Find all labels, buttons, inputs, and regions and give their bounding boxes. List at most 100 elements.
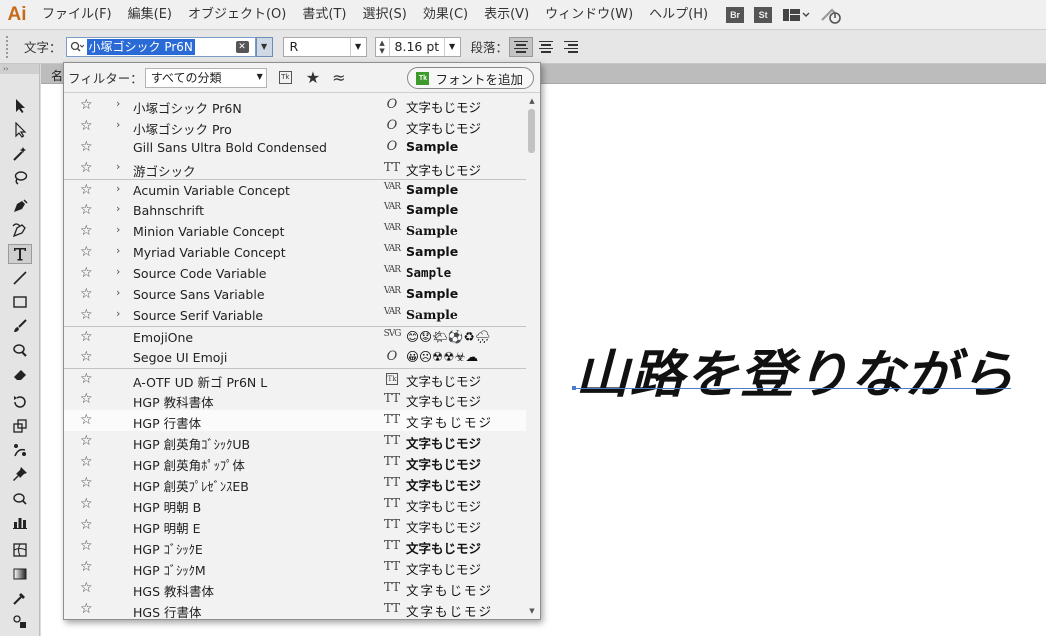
pin-tool-icon[interactable] (8, 464, 32, 484)
font-list-item[interactable]: ☆ › 游ゴシック TT 文字もじモジ (64, 158, 526, 179)
font-list-item[interactable]: ☆ HGP 明朝 E TT 文字もじモジ (64, 515, 526, 536)
gradient-tool-icon[interactable] (8, 564, 32, 584)
expand-family-chevron-icon[interactable]: › (116, 265, 120, 278)
line-tool-icon[interactable] (8, 268, 32, 288)
font-list-item[interactable]: ☆ › Bahnschrift VAR Sample (64, 200, 526, 221)
expand-family-chevron-icon[interactable]: › (116, 182, 120, 195)
expand-family-chevron-icon[interactable]: › (116, 286, 120, 299)
stock-button[interactable]: St (754, 6, 773, 23)
blend-tool-icon[interactable] (8, 612, 32, 632)
font-list-item[interactable]: ☆ › Source Sans Variable VAR Sample (64, 284, 526, 305)
font-list-item[interactable]: ☆ › Acumin Variable Concept VAR Sample (64, 179, 526, 200)
rectangle-tool-icon[interactable] (8, 292, 32, 312)
favorite-star-icon[interactable]: ☆ (80, 244, 93, 260)
font-list-item[interactable]: ☆ A-OTF UD 新ゴ Pr6N L Tk 文字もじモジ (64, 368, 526, 390)
align-right-button[interactable] (559, 37, 583, 57)
favorite-star-icon[interactable]: ☆ (80, 391, 93, 407)
font-list-item[interactable]: ☆ HGP 明朝 B TT 文字もじモジ (64, 494, 526, 515)
rotate-tool-icon[interactable] (8, 392, 32, 412)
favorite-star-icon[interactable]: ☆ (80, 538, 93, 554)
favorite-star-icon[interactable]: ☆ (80, 202, 93, 218)
gpu-performance-icon[interactable] (820, 6, 842, 24)
favorite-star-icon[interactable]: ☆ (80, 329, 93, 345)
menu-window[interactable]: ウィンドウ(W) (537, 0, 641, 30)
favorite-star-icon[interactable]: ☆ (80, 475, 93, 491)
font-list-item[interactable]: ☆ HGP 創英ﾌﾟﾚｾﾞﾝｽEB TT 文字もじモジ (64, 473, 526, 494)
favorite-star-icon[interactable]: ☆ (80, 160, 93, 176)
scroll-down-icon[interactable]: ▼ (526, 607, 538, 619)
eyedropper-tool-icon[interactable] (8, 588, 32, 608)
favorite-star-icon[interactable]: ☆ (80, 433, 93, 449)
favorite-star-icon[interactable]: ☆ (80, 97, 93, 113)
favorite-star-icon[interactable]: ☆ (80, 580, 93, 596)
menu-select[interactable]: 選択(S) (354, 0, 414, 30)
font-list-item[interactable]: ☆ HGP 創英角ｺﾞｼｯｸUB TT 文字もじモジ (64, 431, 526, 452)
font-list-item[interactable]: ☆ HGP ｺﾞｼｯｸM TT 文字もじモジ (64, 557, 526, 578)
favorite-star-icon[interactable]: ☆ (80, 559, 93, 575)
font-list-item[interactable]: ☆ Segoe UI Emoji O 😀☹☢☢☣☁ (64, 347, 526, 368)
expand-family-chevron-icon[interactable]: › (116, 244, 120, 257)
favorite-star-icon[interactable]: ☆ (80, 118, 93, 134)
selection-tool-icon[interactable] (8, 96, 32, 116)
favorite-star-icon[interactable]: ☆ (80, 286, 93, 302)
size-stepper-icon[interactable]: ▲ ▼ (376, 37, 390, 56)
font-list-item[interactable]: ☆ EmojiOne SVG 😊😟🌤⚽♻🌧 (64, 326, 526, 347)
expand-family-chevron-icon[interactable]: › (116, 307, 120, 320)
panel-grip[interactable] (6, 35, 14, 58)
font-list-item[interactable]: ☆ › Source Serif Variable VAR Sample (64, 305, 526, 326)
menu-help[interactable]: ヘルプ(H) (641, 0, 716, 30)
puppet-warp-tool-icon[interactable] (8, 440, 32, 460)
font-list-item[interactable]: ☆ › Minion Variable Concept VAR Sample (64, 221, 526, 242)
favorite-star-icon[interactable]: ☆ (80, 601, 93, 617)
direct-selection-tool-icon[interactable] (8, 120, 32, 140)
magic-wand-tool-icon[interactable] (8, 144, 32, 164)
typekit-filter-icon[interactable]: Tk (278, 71, 292, 84)
scale-tool-icon[interactable] (8, 416, 32, 436)
font-style-select[interactable]: R ▼ (282, 36, 367, 57)
favorite-star-icon[interactable]: ☆ (80, 182, 93, 198)
favorite-star-icon[interactable]: ☆ (80, 307, 93, 323)
paintbrush-tool-icon[interactable] (8, 316, 32, 336)
align-left-button[interactable] (509, 36, 534, 57)
font-list-scrollbar[interactable]: ▲ ▼ (526, 95, 538, 619)
font-list-item[interactable]: ☆ › Myriad Variable Concept VAR Sample (64, 242, 526, 263)
mesh-tool-icon[interactable] (8, 540, 32, 560)
font-list-item[interactable]: ☆ Gill Sans Ultra Bold Condensed O Sample (64, 137, 526, 158)
font-classification-select[interactable]: すべての分類 ▼ (144, 67, 267, 88)
favorite-star-icon[interactable]: ☆ (80, 496, 93, 512)
add-fonts-button[interactable]: Tk フォントを追加 (407, 67, 534, 89)
scroll-up-icon[interactable]: ▲ (526, 97, 538, 109)
curvature-tool-icon[interactable] (8, 220, 32, 240)
type-tool-icon[interactable] (8, 244, 32, 264)
align-center-button[interactable] (534, 37, 558, 57)
symbol-sprayer-tool-icon[interactable] (8, 488, 32, 508)
font-list-item[interactable]: ☆ › Source Code Variable VAR Sample (64, 263, 526, 284)
expand-family-chevron-icon[interactable]: › (116, 223, 120, 236)
font-family-dropdown-button[interactable]: ▼ (255, 36, 273, 57)
favorite-star-icon[interactable]: ☆ (80, 454, 93, 470)
font-list-item[interactable]: ☆ HGP 教科書体 TT 文字もじモジ (64, 389, 526, 410)
favorite-star-icon[interactable]: ☆ (80, 223, 93, 239)
graph-tool-icon[interactable] (8, 512, 32, 532)
font-list-item[interactable]: ☆ › 小塚ゴシック Pr6N O 文字もじモジ (64, 95, 526, 116)
expand-family-chevron-icon[interactable]: › (116, 202, 120, 215)
menu-effect[interactable]: 効果(C) (415, 0, 476, 30)
favorite-star-icon[interactable]: ☆ (80, 265, 93, 281)
favorite-star-icon[interactable]: ☆ (80, 139, 93, 155)
menu-file[interactable]: ファイル(F) (34, 0, 120, 30)
favorite-star-icon[interactable]: ☆ (80, 349, 93, 365)
favorite-star-icon[interactable]: ☆ (80, 412, 93, 428)
font-list-item[interactable]: ☆ HGP 創英角ﾎﾟｯﾌﾟ体 TT 文字もじモジ (64, 452, 526, 473)
similar-fonts-filter-icon[interactable]: ≈ (332, 68, 345, 87)
font-list-item[interactable]: ☆ HGS 行書体 TT 文字もじモジ (64, 599, 526, 619)
font-list-item[interactable]: ☆ › 小塚ゴシック Pro O 文字もじモジ (64, 116, 526, 137)
font-list-item[interactable]: ☆ HGS 教科書体 TT 文字もじモジ (64, 578, 526, 599)
workspace-layout-icon[interactable] (782, 8, 810, 22)
bridge-button[interactable]: Br (726, 6, 745, 23)
expand-family-chevron-icon[interactable]: › (116, 118, 120, 131)
eraser-tool-icon[interactable] (8, 364, 32, 384)
menu-object[interactable]: オブジェクト(O) (180, 0, 294, 30)
lasso-tool-icon[interactable] (8, 168, 32, 188)
menu-type[interactable]: 書式(T) (294, 0, 354, 30)
document-tab[interactable]: 名 (51, 67, 63, 84)
